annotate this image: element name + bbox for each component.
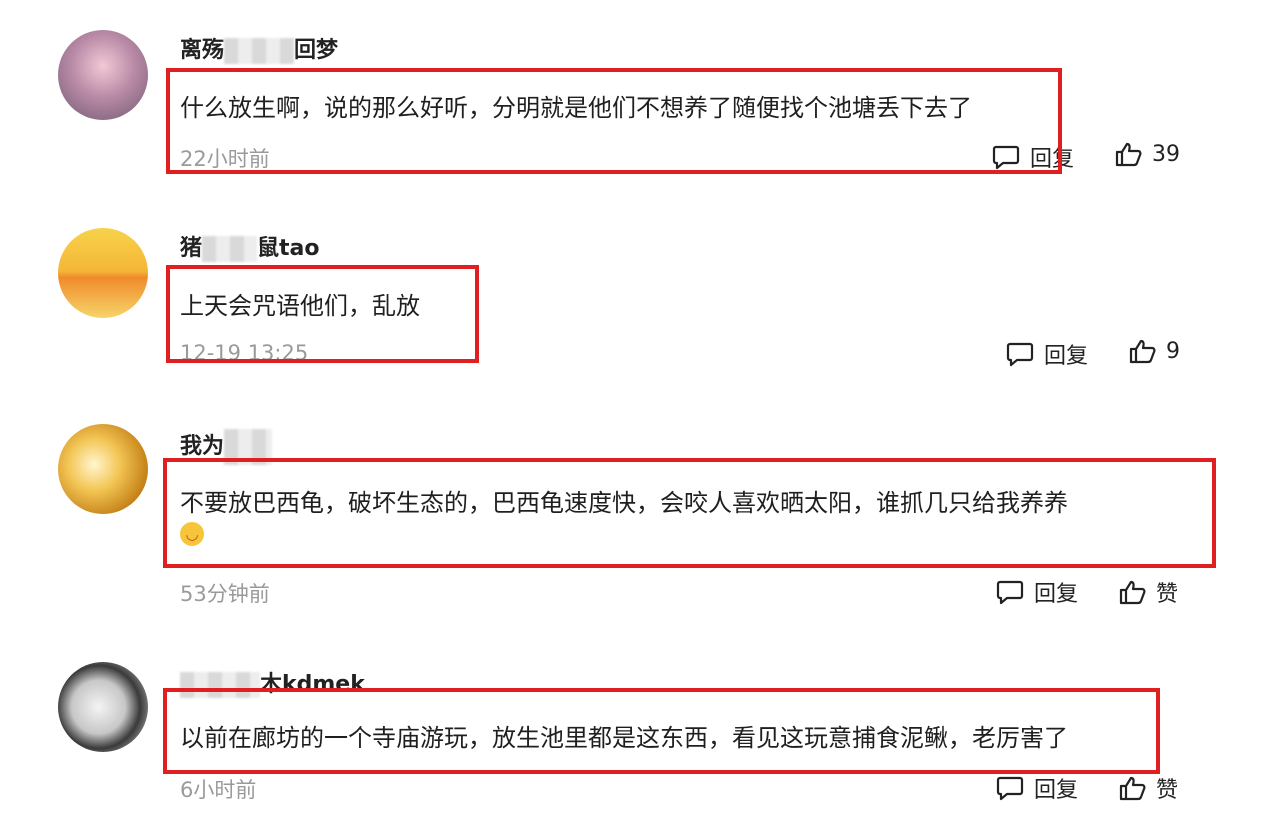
highlight-box (166, 265, 479, 363)
like-button[interactable]: 39 (1114, 141, 1180, 167)
reply-label: 回复 (1034, 778, 1079, 803)
reply-button[interactable]: 回复 (996, 576, 1078, 608)
comment-time: 6小时前 (180, 778, 257, 802)
comment-time: 53分钟前 (180, 582, 270, 606)
like-button[interactable]: 赞 (1118, 576, 1178, 608)
avatar[interactable] (58, 424, 148, 514)
highlight-box (163, 688, 1160, 774)
reply-button[interactable]: 回复 (996, 772, 1078, 804)
like-count: 39 (1152, 141, 1180, 167)
username[interactable]: 离殇 回梦 (180, 32, 338, 64)
comment-bubble-icon (996, 775, 1024, 801)
highlight-box (163, 458, 1216, 568)
thumbs-up-icon (1118, 579, 1146, 605)
reply-button[interactable]: 回复 (1006, 338, 1088, 370)
like-button[interactable]: 9 (1128, 338, 1180, 364)
comment-bubble-icon (996, 579, 1024, 605)
username-redaction (202, 236, 258, 262)
avatar[interactable] (58, 662, 148, 752)
highlight-box (166, 68, 1062, 174)
username-redaction (224, 38, 295, 64)
username[interactable]: 猪鼠tao (180, 230, 320, 262)
like-label: 赞 (1156, 778, 1179, 803)
thumbs-up-icon (1118, 775, 1146, 801)
thumbs-up-icon (1114, 141, 1142, 167)
like-count: 9 (1166, 338, 1180, 364)
reply-label: 回复 (1044, 344, 1089, 369)
like-button[interactable]: 赞 (1118, 772, 1178, 804)
like-label: 赞 (1156, 582, 1179, 607)
thumbs-up-icon (1128, 338, 1156, 364)
avatar[interactable] (58, 228, 148, 318)
avatar[interactable] (58, 30, 148, 120)
comment-bubble-icon (1006, 341, 1034, 367)
reply-label: 回复 (1034, 582, 1079, 607)
